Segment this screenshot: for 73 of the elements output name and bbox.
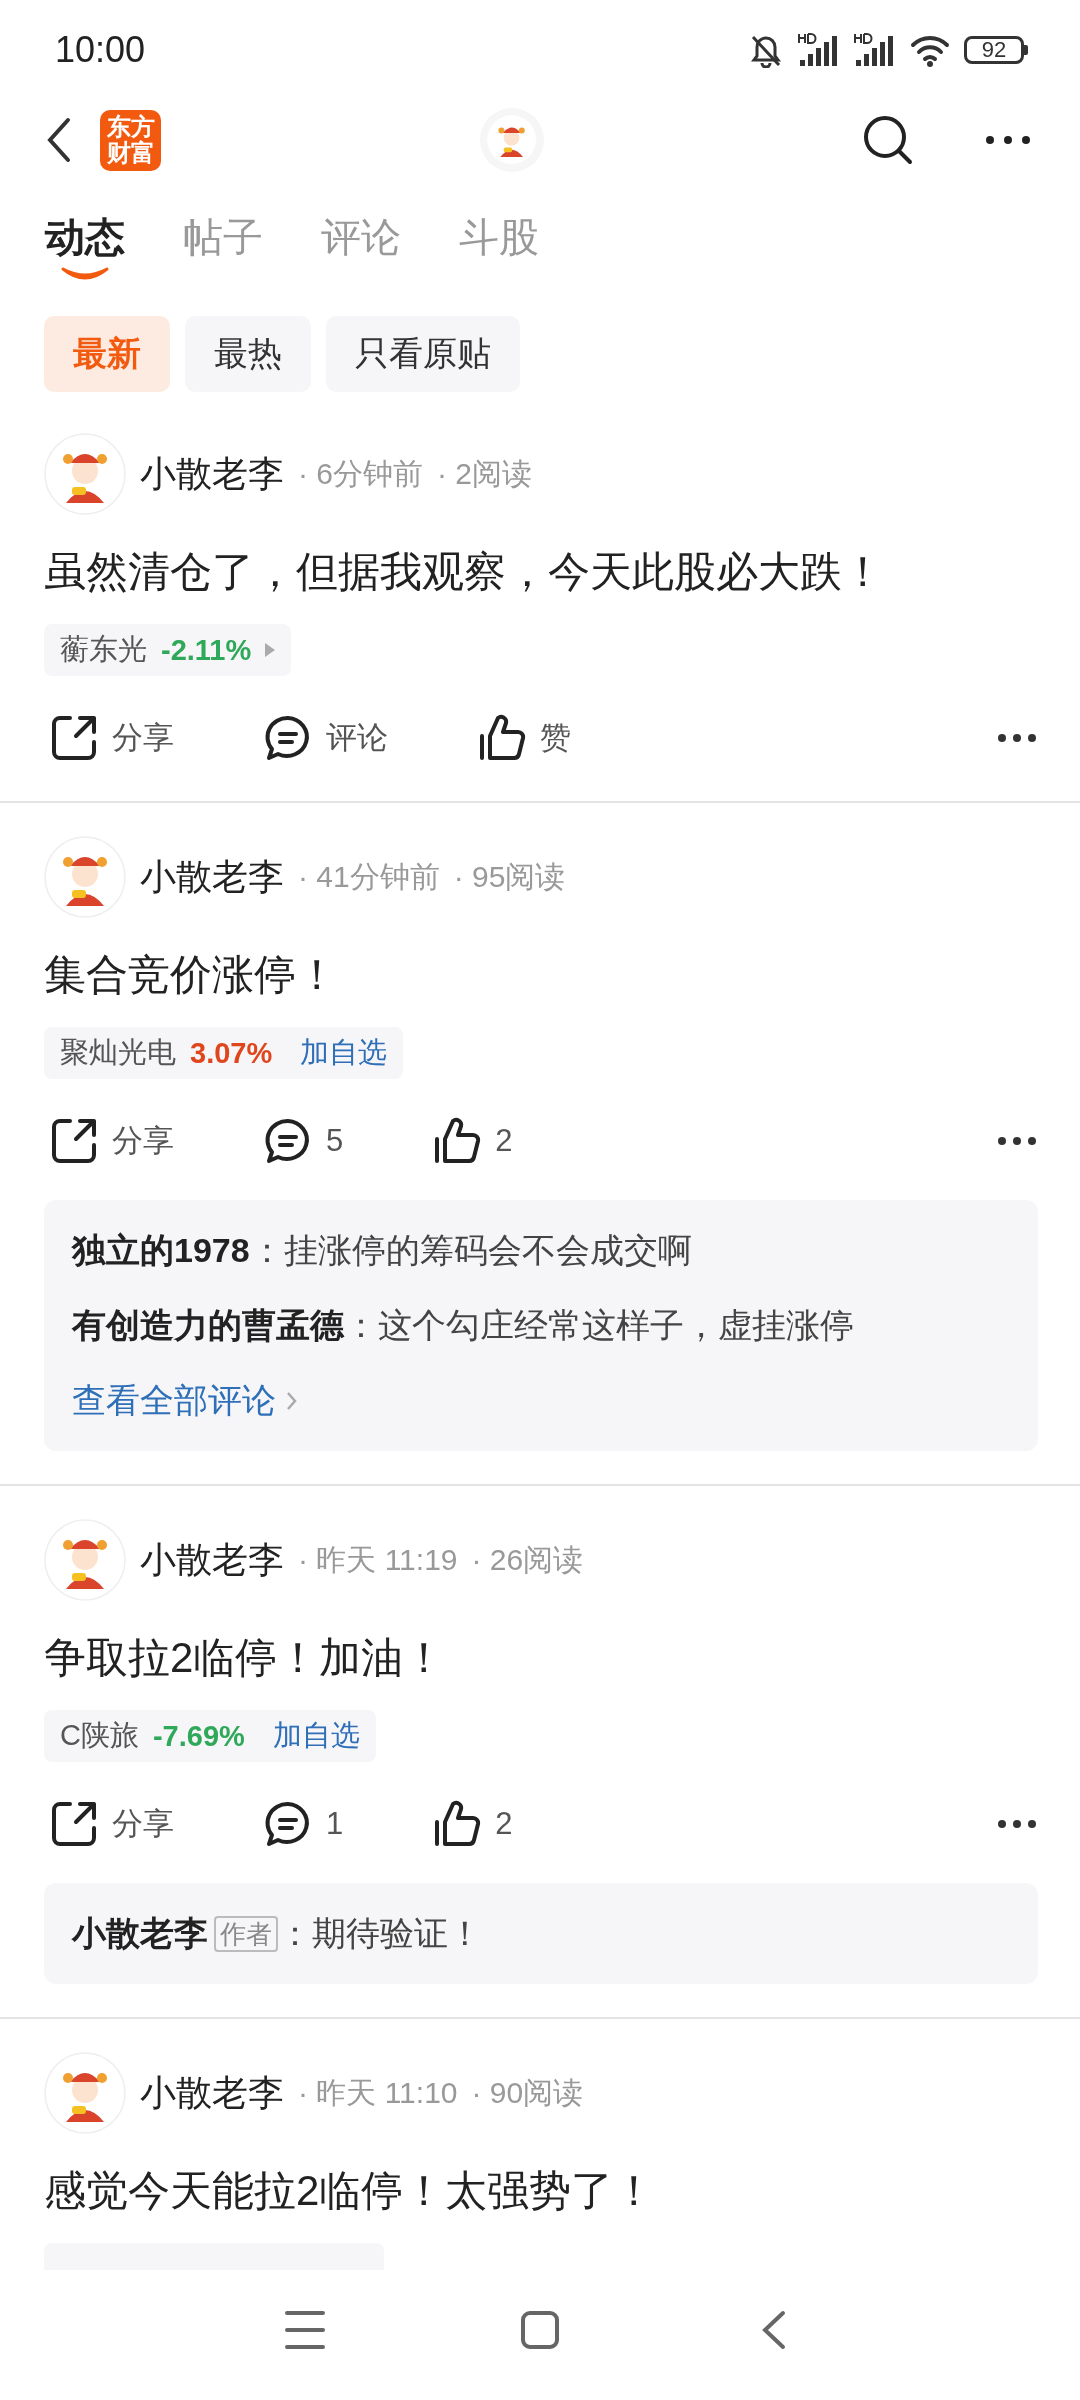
comment-text: ：这个勾庄经常这样子，虚挂涨停 xyxy=(344,1304,854,1346)
stock-chip[interactable]: 蘅东光 -2.11% xyxy=(44,624,292,676)
more-icon[interactable] xyxy=(996,1819,1038,1829)
home-icon[interactable] xyxy=(520,2310,560,2350)
post-text: 争取拉2临停！加油！ xyxy=(44,1633,447,1683)
post-time: · 昨天 11:10 xyxy=(298,2074,458,2111)
comment-button[interactable]: 5 xyxy=(264,1117,344,1165)
comment-icon xyxy=(264,1800,312,1848)
view-all-comments-link[interactable]: 查看全部评论 xyxy=(72,1363,298,1438)
filter-chip[interactable]: 只看原贴 xyxy=(326,316,520,392)
author-name[interactable]: 小散老李 xyxy=(140,852,284,902)
comment-icon xyxy=(264,714,312,762)
author-name[interactable]: 小散老李 xyxy=(140,449,284,499)
thumbs-up-icon xyxy=(433,1117,482,1165)
add-watchlist-link[interactable]: 加自选 xyxy=(272,1716,360,1756)
read-count: · 2阅读 xyxy=(437,455,533,492)
avatar xyxy=(478,107,545,173)
author-name[interactable]: 小散老李 xyxy=(140,1535,284,1585)
like-button[interactable]: 2 xyxy=(433,1800,513,1848)
share-button[interactable]: 分享 xyxy=(50,1800,174,1848)
stock-chip[interactable]: 聚灿光电 3.07% 加自选 xyxy=(44,1027,404,1079)
stock-name: C陕旅 xyxy=(60,1718,139,1753)
share-button[interactable]: 分享 xyxy=(50,714,174,762)
read-count: · 95阅读 xyxy=(453,858,566,895)
tab-underline xyxy=(61,265,109,281)
stock-name: 聚灿光电 xyxy=(60,1035,176,1070)
author-badge: 作者 xyxy=(214,1915,278,1952)
comment-button[interactable]: 1 xyxy=(264,1800,344,1848)
logo-text: 财富 xyxy=(106,140,155,166)
more-icon[interactable] xyxy=(996,733,1038,743)
post-text: 虽然清仓了，但据我观察，今天此股必大跌！ xyxy=(44,547,885,597)
stock-change: -7.69% xyxy=(152,1719,245,1753)
read-count: · 90阅读 xyxy=(471,2074,584,2111)
comment-icon xyxy=(264,1117,312,1165)
read-count: · 26阅读 xyxy=(471,1541,584,1578)
signal-icon xyxy=(854,32,896,68)
commenter-name[interactable]: 独立的1978 xyxy=(72,1227,250,1274)
share-button[interactable]: 分享 xyxy=(50,1117,174,1165)
menu-icon[interactable] xyxy=(285,2310,325,2350)
comment-text: ：期待验证！ xyxy=(278,1912,482,1954)
commenter-name[interactable]: 小散老李 xyxy=(72,1910,208,1957)
play-icon xyxy=(265,643,276,657)
stock-name: 蘅东光 xyxy=(60,632,147,667)
thumbs-up-icon xyxy=(433,1800,482,1848)
like-button[interactable]: 2 xyxy=(433,1117,513,1165)
share-icon xyxy=(50,1800,98,1848)
more-icon[interactable] xyxy=(996,1136,1038,1146)
like-button[interactable]: 赞 xyxy=(478,714,571,762)
post-time: · 41分钟前 xyxy=(298,858,440,895)
post-time: · 6分钟前 xyxy=(298,455,423,492)
comment-text: ：挂涨停的筹码会不会成交啊 xyxy=(249,1229,692,1271)
share-icon xyxy=(50,1117,98,1165)
thumbs-up-icon xyxy=(478,714,526,762)
stock-change: 3.07% xyxy=(190,1036,273,1070)
chevron-right-icon xyxy=(286,1390,298,1411)
add-watchlist-link[interactable]: 加自选 xyxy=(300,1033,388,1073)
clock: 10:00 xyxy=(55,29,147,71)
battery-icon: 92 xyxy=(964,36,1024,64)
stock-chip[interactable]: C陕旅 -7.69% 加自选 xyxy=(44,1710,376,1762)
logo-text: 东方 xyxy=(106,114,155,140)
signal-icon xyxy=(798,32,840,68)
post-time: · 昨天 11:19 xyxy=(298,1541,458,1578)
filter-chip[interactable]: 最热 xyxy=(185,316,311,392)
share-icon xyxy=(50,714,98,762)
post-text: 感觉今天能拉2临停！太强势了！ xyxy=(44,2166,657,2216)
more-icon[interactable] xyxy=(984,134,1032,146)
tab[interactable]: 动态 xyxy=(45,210,125,294)
stock-change: -2.11% xyxy=(161,633,252,667)
post-text: 集合竞价涨停！ xyxy=(44,950,339,1000)
comment-button[interactable]: 评论 xyxy=(264,714,388,762)
author-name[interactable]: 小散老李 xyxy=(140,2068,284,2118)
search-icon[interactable] xyxy=(862,114,914,166)
commenter-name[interactable]: 有创造力的曹孟德 xyxy=(72,1302,344,1349)
